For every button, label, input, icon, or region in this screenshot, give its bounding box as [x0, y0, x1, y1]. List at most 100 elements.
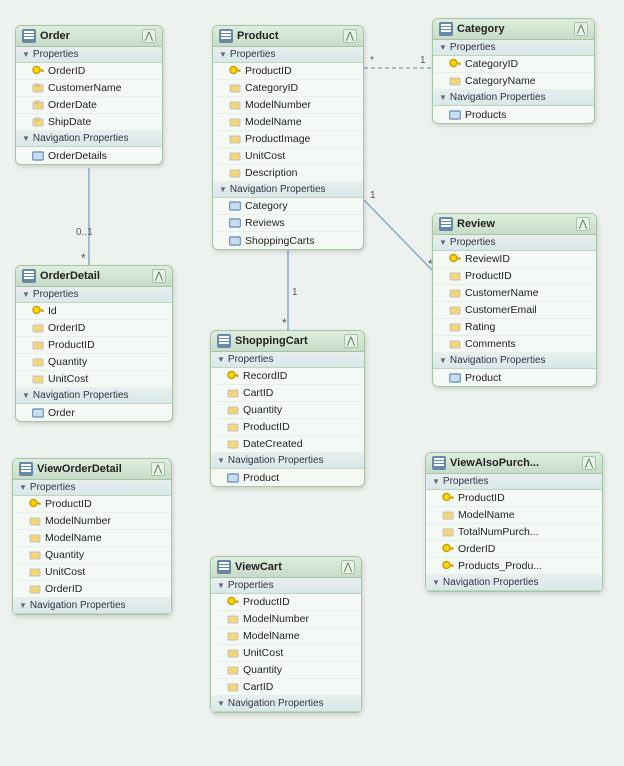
field-icon	[29, 549, 41, 561]
collapse-OrderDetail[interactable]: ⋀	[152, 269, 166, 283]
field-CartID-vc: CartID	[211, 679, 361, 696]
collapse-Category[interactable]: ⋀	[574, 22, 588, 36]
field-icon	[229, 99, 241, 111]
field-nav-Product-r: Product	[433, 369, 596, 386]
field-UnitCost-od: UnitCost	[16, 371, 172, 388]
entity-icon-Product	[219, 29, 233, 43]
section-nav-ViewOrderDetail[interactable]: ▼ Navigation Properties	[13, 598, 171, 614]
entity-header-ViewOrderDetail: ViewOrderDetail ⋀	[13, 459, 171, 480]
entity-name-Review: Review	[457, 218, 495, 230]
field-icon	[449, 321, 461, 333]
svg-text:1: 1	[370, 190, 376, 201]
section-properties-Order[interactable]: ▼ Properties	[16, 47, 162, 63]
section-properties-ShoppingCart[interactable]: ▼ Properties	[211, 352, 364, 368]
field-nav-Product-sc: Product	[211, 469, 364, 486]
key-icon	[442, 543, 454, 555]
field-icon	[449, 304, 461, 316]
collapse-ViewCart[interactable]: ⋀	[341, 560, 355, 574]
field-icon	[442, 526, 454, 538]
section-nav-Category[interactable]: ▼ Navigation Properties	[433, 90, 594, 106]
field-icon	[227, 647, 239, 659]
field-ModelNumber-vod: ModelNumber	[13, 513, 171, 530]
field-Quantity-vod: Quantity	[13, 547, 171, 564]
field-icon	[229, 167, 241, 179]
section-nav-ShoppingCart[interactable]: ▼ Navigation Properties	[211, 453, 364, 469]
field-CustomerName: CustomerName	[16, 80, 162, 97]
field-OrderDate: OrderDate	[16, 97, 162, 114]
field-Comments: Comments	[433, 336, 596, 353]
field-Quantity-od: Quantity	[16, 354, 172, 371]
field-icon	[229, 82, 241, 94]
key-icon	[227, 370, 239, 382]
section-properties-ViewOrderDetail[interactable]: ▼ Properties	[13, 480, 171, 496]
field-ModelName-vc: ModelName	[211, 628, 361, 645]
field-icon	[227, 630, 239, 642]
field-icon	[32, 99, 44, 111]
nav-icon	[449, 372, 461, 384]
field-Rating: Rating	[433, 319, 596, 336]
field-CategoryName: CategoryName	[433, 73, 594, 90]
field-DateCreated-sc: DateCreated	[211, 436, 364, 453]
section-nav-Product[interactable]: ▼ Navigation Properties	[213, 182, 363, 198]
collapse-Review[interactable]: ⋀	[576, 217, 590, 231]
section-nav-Order[interactable]: ▼ Navigation Properties	[16, 131, 162, 147]
field-icon	[227, 681, 239, 693]
entity-icon-ViewCart	[217, 560, 231, 574]
field-Description: Description	[213, 165, 363, 182]
field-icon	[229, 150, 241, 162]
svg-text:1: 1	[292, 287, 298, 298]
field-CartID-sc: CartID	[211, 385, 364, 402]
field-icon	[227, 387, 239, 399]
entity-Category: Category ⋀ ▼ Properties CategoryID Categ…	[432, 18, 595, 124]
collapse-ViewAlsoPurch[interactable]: ⋀	[582, 456, 596, 470]
entity-header-Category: Category ⋀	[433, 19, 594, 40]
field-CustomerEmail: CustomerEmail	[433, 302, 596, 319]
field-icon	[29, 566, 41, 578]
collapse-ShoppingCart[interactable]: ⋀	[344, 334, 358, 348]
field-icon	[227, 421, 239, 433]
field-UnitCost-vod: UnitCost	[13, 564, 171, 581]
field-OrderID-vap: OrderID	[426, 541, 602, 558]
field-icon	[32, 116, 44, 128]
entity-ViewCart: ViewCart ⋀ ▼ Properties ProductID ModelN…	[210, 556, 362, 713]
field-OrderID: OrderID	[16, 63, 162, 80]
field-icon	[32, 356, 44, 368]
section-nav-ViewAlsoPurch[interactable]: ▼ Navigation Properties	[426, 575, 602, 591]
section-nav-Review[interactable]: ▼ Navigation Properties	[433, 353, 596, 369]
field-nav-Order-od: Order	[16, 404, 172, 421]
field-ModelNumber-vc: ModelNumber	[211, 611, 361, 628]
entity-name-ViewAlsoPurch: ViewAlsoPurch...	[450, 457, 539, 469]
section-properties-ViewAlsoPurch[interactable]: ▼ Properties	[426, 474, 602, 490]
field-ProductID-p: ProductID	[213, 63, 363, 80]
collapse-Order[interactable]: ⋀	[142, 29, 156, 43]
field-TotalNumPurch-vap: TotalNumPurch...	[426, 524, 602, 541]
nav-icon	[229, 217, 241, 229]
section-nav-OrderDetail[interactable]: ▼ Navigation Properties	[16, 388, 172, 404]
field-ProductID-sc: ProductID	[211, 419, 364, 436]
field-icon	[29, 515, 41, 527]
diagram-canvas: 0..1 * * 1 1 * 1 * Order ⋀ ▼ Properties …	[0, 0, 624, 766]
svg-text:*: *	[81, 251, 86, 265]
key-icon	[29, 498, 41, 510]
section-nav-ViewCart[interactable]: ▼ Navigation Properties	[211, 696, 361, 712]
entity-Product: Product ⋀ ▼ Properties ProductID Categor…	[212, 25, 364, 250]
key-icon	[449, 253, 461, 265]
section-properties-ViewCart[interactable]: ▼ Properties	[211, 578, 361, 594]
field-icon	[29, 532, 41, 544]
field-ProductImage: ProductImage	[213, 131, 363, 148]
entity-icon-ViewAlsoPurch	[432, 456, 446, 470]
section-properties-Category[interactable]: ▼ Properties	[433, 40, 594, 56]
field-icon	[227, 613, 239, 625]
entity-ShoppingCart: ShoppingCart ⋀ ▼ Properties RecordID Car…	[210, 330, 365, 487]
field-ProductID-vap: ProductID	[426, 490, 602, 507]
svg-text:1: 1	[420, 55, 426, 66]
collapse-Product[interactable]: ⋀	[343, 29, 357, 43]
section-properties-Review[interactable]: ▼ Properties	[433, 235, 596, 251]
nav-icon	[227, 472, 239, 484]
field-icon	[29, 583, 41, 595]
field-icon	[449, 338, 461, 350]
field-UnitCost-vc: UnitCost	[211, 645, 361, 662]
section-properties-OrderDetail[interactable]: ▼ Properties	[16, 287, 172, 303]
section-properties-Product[interactable]: ▼ Properties	[213, 47, 363, 63]
collapse-ViewOrderDetail[interactable]: ⋀	[151, 462, 165, 476]
